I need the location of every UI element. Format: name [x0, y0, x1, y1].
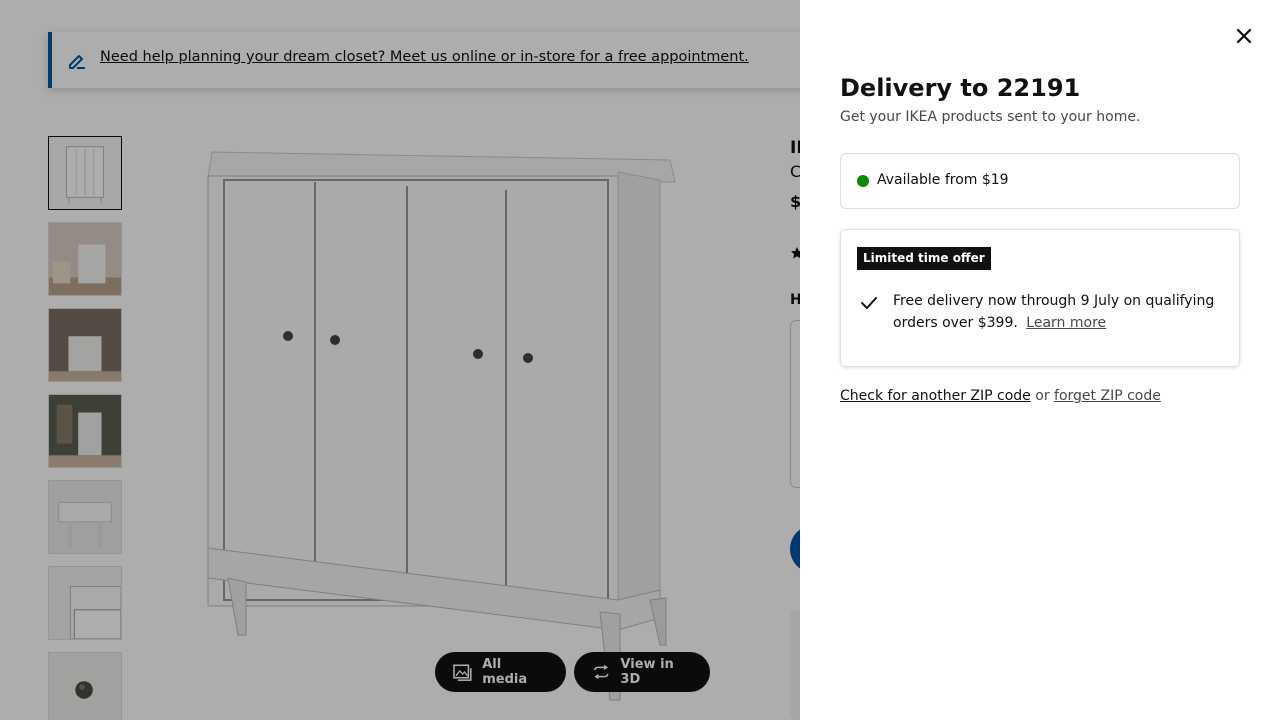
offer-card: Limited time offer Free delivery now thr… — [840, 229, 1240, 367]
availability-card: Available from $19 — [840, 153, 1240, 209]
offer-description: Free delivery now through 9 July on qual… — [893, 290, 1223, 334]
limited-offer-badge: Limited time offer — [857, 247, 991, 270]
forget-zip-link[interactable]: forget ZIP code — [1054, 388, 1161, 404]
learn-more-link[interactable]: Learn more — [1026, 315, 1106, 331]
availability-status-dot — [857, 175, 869, 187]
checkmark-icon — [861, 297, 877, 309]
drawer-subtitle: Get your IKEA products sent to your home… — [840, 109, 1141, 125]
availability-text: Available from $19 — [877, 172, 1009, 188]
close-icon[interactable] — [1232, 24, 1256, 48]
drawer-title: Delivery to 22191 — [840, 74, 1081, 102]
zip-actions: Check for another ZIP code or forget ZIP… — [840, 388, 1161, 404]
zip-or-text: or — [1035, 388, 1050, 404]
check-zip-link[interactable]: Check for another ZIP code — [840, 388, 1031, 404]
